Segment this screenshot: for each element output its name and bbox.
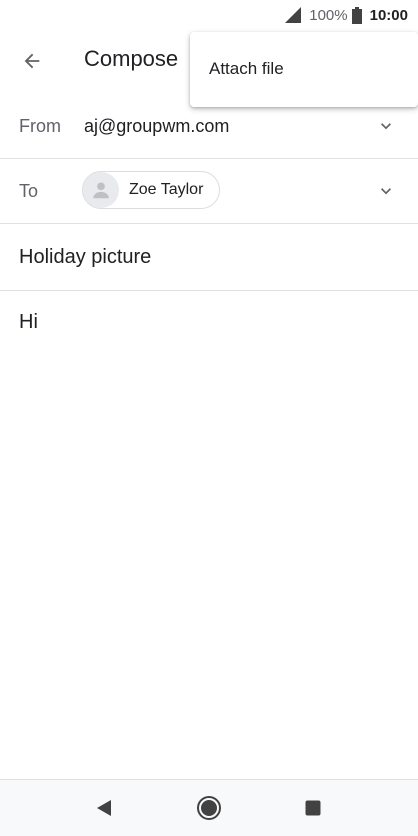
back-button[interactable] <box>12 41 52 81</box>
recipient-name: Zoe Taylor <box>129 181 204 198</box>
overflow-menu: Attach file <box>190 32 418 107</box>
nav-home-button[interactable] <box>195 794 223 822</box>
circle-home-icon <box>197 796 221 820</box>
from-address: aj@groupwm.com <box>84 116 230 136</box>
arrow-back-icon <box>24 53 40 69</box>
navigation-bar <box>0 779 418 836</box>
subject-field[interactable]: Holiday picture <box>19 246 151 269</box>
signal-icon <box>285 7 302 23</box>
status-indicators: 100% 10:00 <box>285 5 408 25</box>
status-bar: 100% 10:00 <box>0 0 418 30</box>
square-recents-icon <box>305 800 321 816</box>
chevron-down-icon[interactable] <box>376 116 396 136</box>
battery-icon <box>351 6 362 24</box>
body-field[interactable]: Hi <box>19 311 38 334</box>
triangle-back-icon <box>97 800 111 816</box>
recipient-chip[interactable]: Zoe Taylor <box>82 171 221 209</box>
to-row[interactable]: To Zoe Taylor <box>0 159 418 224</box>
compose-screen: 100% 10:00 Compose From aj@groupwm.com T… <box>0 0 418 836</box>
battery-percent: 100% <box>309 6 348 24</box>
subject-row[interactable]: Holiday picture <box>0 224 418 291</box>
clock: 10:00 <box>369 6 408 24</box>
page-title: Compose <box>84 46 179 71</box>
nav-recents-button[interactable] <box>299 794 327 822</box>
menu-item-attach-file[interactable]: Attach file <box>190 32 418 107</box>
to-label: To <box>19 181 39 201</box>
from-label: From <box>19 116 61 136</box>
person-icon <box>93 182 109 199</box>
chevron-down-icon[interactable] <box>376 181 396 201</box>
nav-back-button[interactable] <box>90 794 118 822</box>
avatar <box>83 172 119 208</box>
